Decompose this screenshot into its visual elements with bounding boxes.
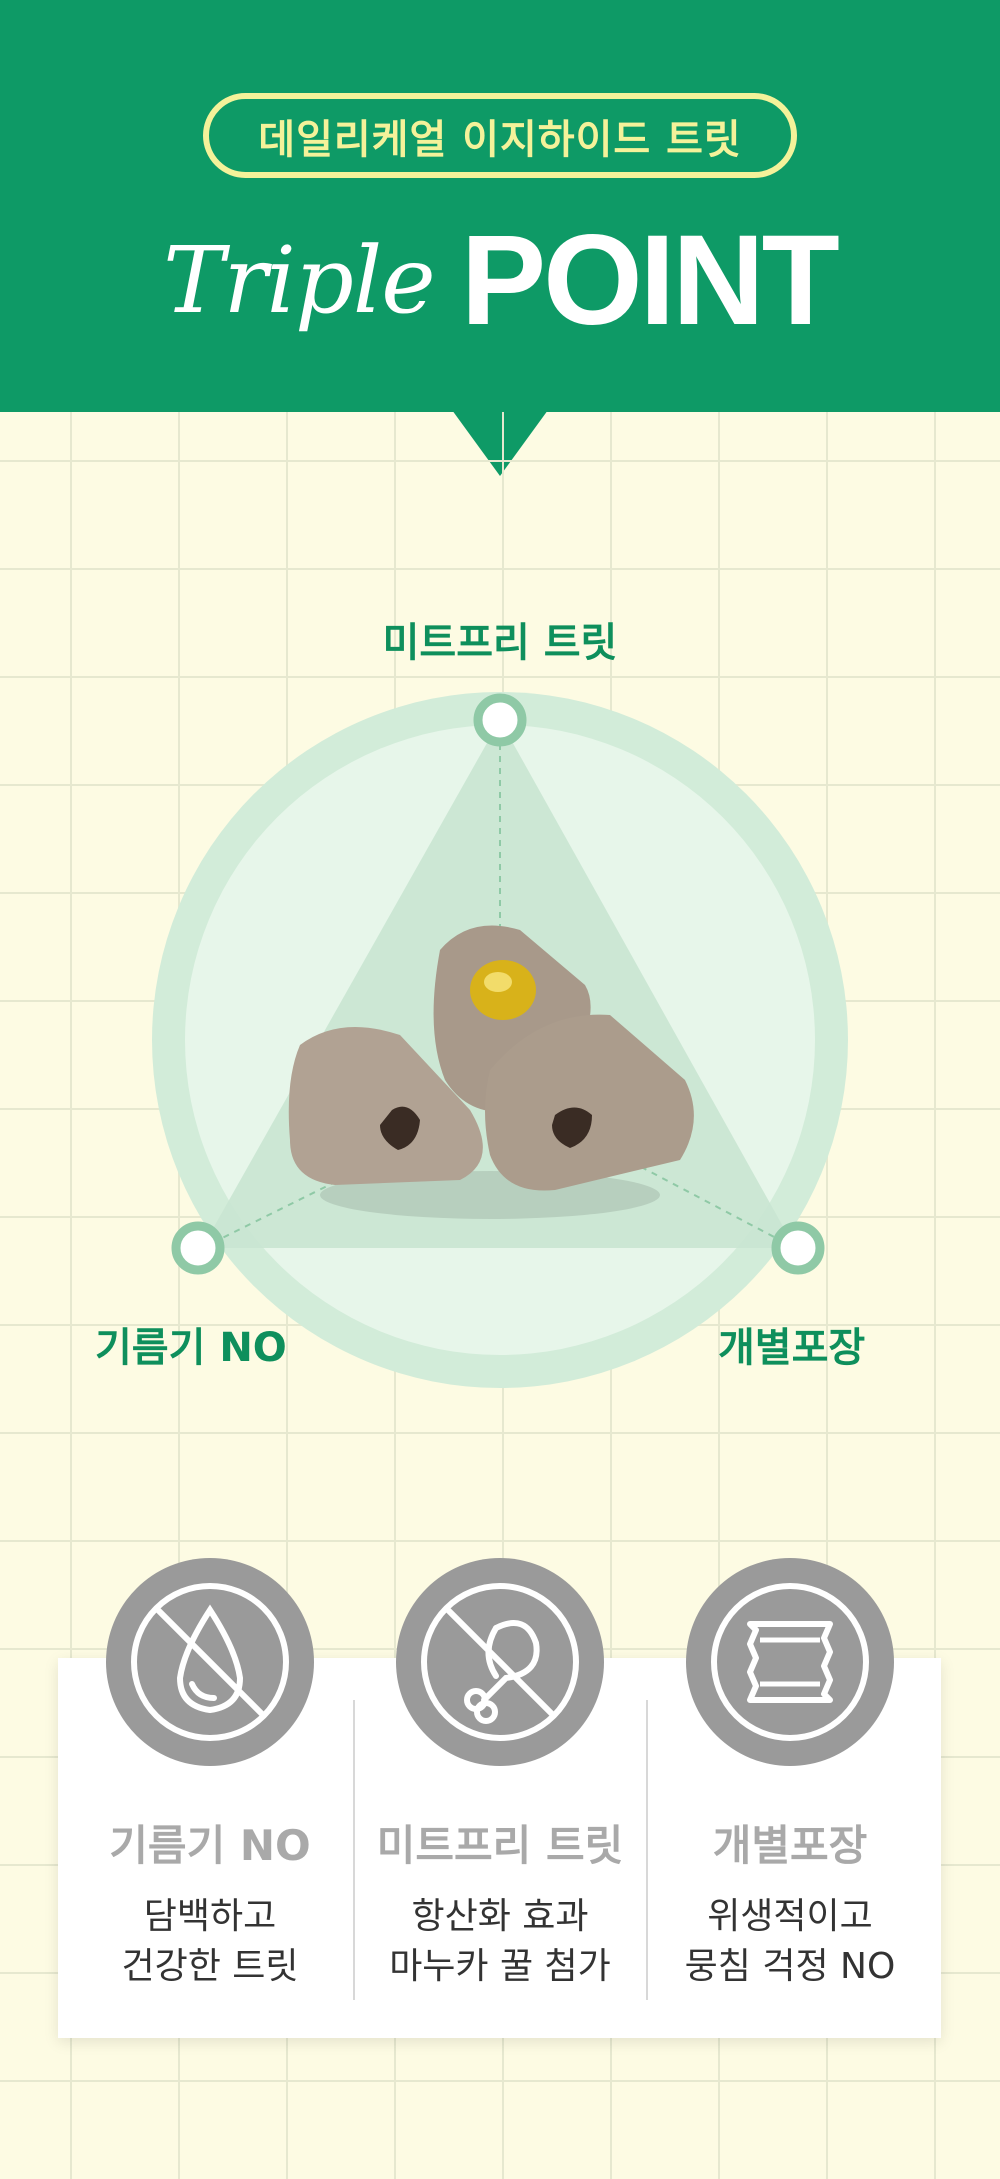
triple-point-diagram [152, 692, 848, 1388]
feature-1-desc-line: 건강한 트릿 [121, 1946, 299, 1987]
individual-pack-icon [686, 1558, 894, 1766]
feature-1-desc: 담백하고 건강한 트릿 [63, 1892, 357, 1992]
no-meat-drumstick-icon [396, 1558, 604, 1766]
label-top: 미트프리 트릿 [382, 620, 618, 666]
feature-3-desc: 위생적이고 뭉침 걱정 NO [643, 1892, 937, 1992]
feature-2-desc: 항산화 효과 마누카 꿀 첨가 [353, 1892, 647, 1992]
feature-2-title: 미트프리 트릿 [376, 1821, 624, 1870]
vertex-top-marker [473, 693, 527, 747]
feature-2-desc-line: 마누카 꿀 첨가 [389, 1946, 611, 1987]
feature-2-desc-line: 항산화 효과 [411, 1896, 589, 1937]
vertex-left-marker [171, 1221, 225, 1275]
feature-1-title: 기름기 NO [109, 1821, 311, 1870]
feature-3-desc-line: 뭉침 걱정 NO [684, 1946, 896, 1987]
no-oil-drop-icon [106, 1558, 314, 1766]
label-right: 개별포장 [718, 1325, 866, 1371]
feature-3-desc-line: 위생적이고 [707, 1896, 873, 1937]
vertex-right-marker [771, 1221, 825, 1275]
label-left: 기름기 NO [95, 1325, 287, 1371]
feature-3-title: 개별포장 [712, 1821, 868, 1870]
feature-1-desc-line: 담백하고 [143, 1896, 277, 1937]
